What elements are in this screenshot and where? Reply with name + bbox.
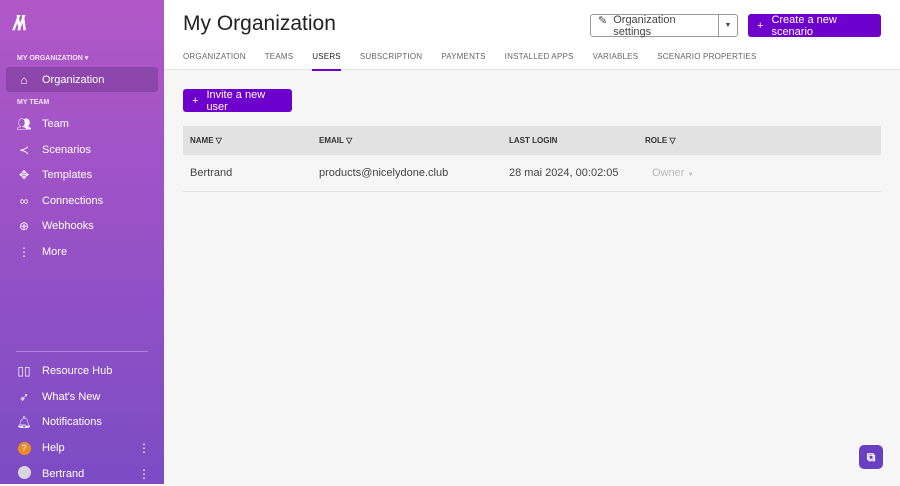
link-icon: ∞ (19, 193, 29, 208)
share-icon: ≺ (18, 142, 30, 157)
sidebar-item-whats-new[interactable]: ➶ What's New (6, 384, 158, 409)
tab-variables[interactable]: VARIABLES (593, 52, 639, 71)
sidebar-item-scenarios[interactable]: ≺ Scenarios (6, 137, 158, 162)
plus-icon: + (757, 19, 764, 32)
tab-payments[interactable]: PAYMENTS (441, 52, 485, 71)
edit-icon: ✎ (598, 14, 608, 27)
help-icon: ? (17, 442, 31, 455)
invite-user-button[interactable]: + Invite a new user (183, 89, 292, 113)
team-section-label: MY TEAM (17, 99, 50, 106)
user-email: products@nicelydone.club (319, 167, 449, 179)
table-row: Bertrand products@nicelydone.club 28 mai… (183, 155, 881, 192)
create-scenario-button[interactable]: + Create a new scenario (748, 14, 881, 38)
sidebar-item-help[interactable]: ? Help ⋮ (6, 435, 158, 460)
bell-icon: 🔔︎ (16, 414, 32, 429)
page-header: My Organization ✎ Organization settings ▼… (164, 0, 900, 71)
column-name[interactable]: NAME ▽ (183, 136, 319, 145)
table-header: NAME ▽ EMAIL ▽ LAST LOGIN ROLE ▽ (183, 126, 881, 155)
home-icon: ⌂ (20, 72, 28, 87)
sidebar-item-more[interactable]: ⋮ More (6, 239, 158, 264)
filter-icon[interactable]: ▽ (216, 136, 222, 145)
user-name: Bertrand (190, 167, 233, 179)
help-menu-icon[interactable]: ⋮ (138, 441, 150, 455)
sidebar-item-resource-hub[interactable]: ▯▯ Resource Hub (6, 358, 158, 383)
sidebar-item-team[interactable]: 👥︎ Team (6, 111, 158, 136)
sidebar-item-connections[interactable]: ∞ Connections (6, 188, 158, 213)
sidebar: /\/\ MY ORGANIZATION ▾ ⌂ Organization MY … (0, 0, 164, 484)
users-table: NAME ▽ EMAIL ▽ LAST LOGIN ROLE ▽ Bertran… (183, 126, 881, 192)
column-role[interactable]: ROLE ▽ (645, 136, 881, 145)
org-section-selector[interactable]: MY ORGANIZATION ▾ (17, 54, 88, 62)
sidebar-item-organization[interactable]: ⌂ Organization (6, 67, 158, 92)
user-last-login: 28 mai 2024, 00:02:05 (509, 167, 619, 179)
user-menu-icon[interactable]: ⋮ (138, 467, 150, 481)
book-icon: ▯▯ (17, 363, 31, 378)
page-title: My Organization (183, 12, 336, 35)
puzzle-icon: ✥ (18, 167, 30, 182)
globe-icon: ⊕ (18, 218, 30, 233)
tab-scenario-properties[interactable]: SCENARIO PROPERTIES (657, 52, 756, 71)
plus-icon: + (192, 94, 199, 107)
column-email[interactable]: EMAIL ▽ (319, 136, 509, 145)
column-last-login: LAST LOGIN (509, 136, 558, 145)
tab-users[interactable]: USERS (312, 52, 341, 71)
avatar-icon (17, 465, 31, 479)
sidebar-item-notifications[interactable]: 🔔︎ Notifications (6, 409, 158, 434)
filter-icon[interactable]: ▽ (669, 136, 675, 145)
organization-settings-button[interactable]: ✎ Organization settings ▼ (590, 14, 738, 38)
tab-bar: ORGANIZATION TEAMS USERS SUBSCRIPTION PA… (183, 52, 756, 71)
filter-icon[interactable]: ▽ (346, 136, 352, 145)
sidebar-divider (16, 351, 148, 352)
users-icon: 👥︎ (16, 116, 32, 131)
main-content: My Organization ✎ Organization settings ▼… (164, 0, 900, 484)
settings-dropdown-toggle[interactable]: ▼ (718, 15, 737, 36)
sidebar-item-webhooks[interactable]: ⊕ Webhooks (6, 213, 158, 238)
rocket-icon: ➶ (18, 389, 30, 404)
tab-subscription[interactable]: SUBSCRIPTION (360, 52, 422, 71)
make-logo[interactable]: /\/\ (13, 13, 26, 36)
sidebar-item-templates[interactable]: ✥ Templates (6, 162, 158, 187)
more-icon: ⋮ (18, 244, 30, 259)
chat-widget-icon[interactable]: ⧉ (859, 445, 883, 469)
tab-organization[interactable]: ORGANIZATION (183, 52, 246, 71)
chevron-down-icon: ▼ (687, 172, 694, 178)
role-select[interactable]: Owner ▼ (645, 167, 881, 179)
tab-installed-apps[interactable]: INSTALLED APPS (505, 52, 574, 71)
sidebar-item-user[interactable]: Bertrand ⋮ (6, 461, 158, 486)
tab-teams[interactable]: TEAMS (265, 52, 294, 71)
